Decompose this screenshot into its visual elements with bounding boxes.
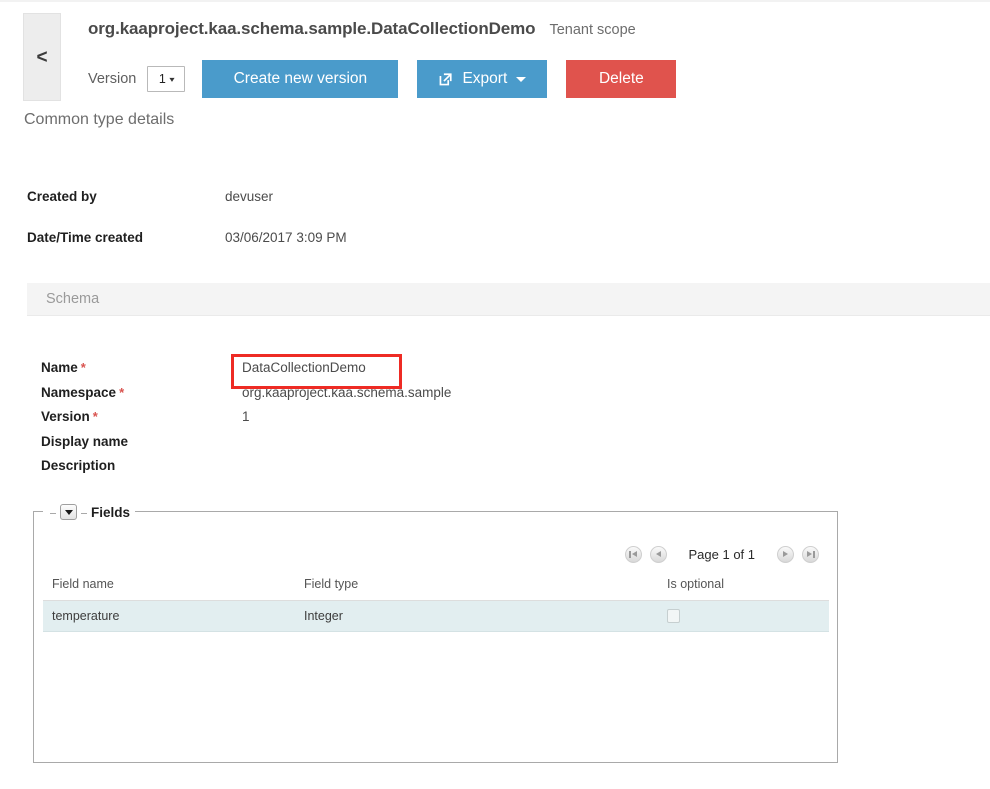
chevron-left-icon: < [36, 46, 48, 68]
caret-down-icon [516, 76, 527, 82]
schema-field-version: Version * 1 [41, 409, 801, 434]
date-time-created-value: 03/06/2017 3:09 PM [225, 230, 347, 245]
metadata-list: Created by devuser Date/Time created 03/… [27, 189, 667, 271]
top-divider [0, 0, 990, 2]
first-page-button[interactable] [624, 546, 642, 563]
schema-field-list: Name * DataCollectionDemo Namespace * org.… [41, 360, 801, 483]
version-select-value: 1 [158, 72, 166, 86]
schema-field-value: 1 [242, 409, 250, 424]
version-label: Version [88, 71, 137, 87]
schema-field-namespace: Namespace * org.kaaproject.kaa.schema.sam… [41, 385, 801, 410]
collapse-toggle-icon[interactable] [60, 504, 77, 520]
previous-page-icon [654, 550, 663, 559]
scope-label: Tenant scope [549, 22, 636, 38]
back-collapse-button[interactable]: < [23, 13, 61, 101]
first-page-icon [628, 550, 638, 559]
schema-field-description: Description [41, 458, 801, 483]
date-time-created-label: Date/Time created [27, 230, 144, 245]
fields-section: Fields Page 1 of 1 Field name Field type… [33, 502, 838, 763]
delete-button[interactable]: Delete [566, 60, 677, 98]
page-indicator: Page 1 of 1 [688, 547, 756, 562]
metadata-row: Date/Time created 03/06/2017 3:09 PM [27, 230, 667, 271]
schema-field-label: Namespace * [41, 384, 125, 400]
column-header-field-name[interactable]: Field name [43, 577, 295, 601]
table-row[interactable]: temperature Integer [43, 600, 829, 632]
column-header-field-type[interactable]: Field type [295, 577, 667, 601]
cell-is-optional [667, 600, 829, 632]
table-header-row: Field name Field type Is optional [43, 577, 829, 601]
schema-panel-header: Schema [27, 283, 990, 316]
export-button[interactable]: Export [417, 60, 548, 98]
create-new-version-button[interactable]: Create new version [202, 60, 399, 98]
previous-page-button[interactable] [649, 546, 667, 563]
schema-field-label: Name * [41, 360, 86, 375]
legend-dash [81, 512, 87, 514]
schema-field-label: Version * [41, 409, 98, 424]
required-marker: * [119, 384, 125, 400]
schema-field-display-name: Display name [41, 434, 801, 459]
schema-field-name: Name * DataCollectionDemo [41, 360, 801, 385]
external-link-icon [438, 72, 453, 87]
schema-field-value: org.kaaproject.kaa.schema.sample [242, 384, 452, 400]
action-toolbar: Version 1 ▾ Create new version Export De… [88, 60, 677, 98]
section-heading: Common type details [24, 111, 175, 128]
next-page-icon [781, 550, 790, 559]
table-pager: Page 1 of 1 [621, 546, 824, 563]
fields-legend-label: Fields [91, 504, 131, 520]
next-page-button[interactable] [777, 546, 794, 563]
schema-field-value: DataCollectionDemo [242, 360, 366, 375]
is-optional-checkbox[interactable] [667, 609, 680, 624]
created-by-value: devuser [225, 189, 274, 204]
chevron-down-icon: ▾ [169, 74, 175, 84]
export-button-label: Export [462, 70, 508, 87]
schema-panel-title: Schema [46, 291, 100, 307]
page-title: org.kaaproject.kaa.schema.sample.DataCol… [88, 19, 536, 38]
cell-field-name: temperature [43, 600, 295, 632]
last-page-button[interactable] [802, 546, 819, 563]
schema-details-page: < org.kaaproject.kaa.schema.sample.DataC… [0, 0, 990, 789]
title-row: org.kaaproject.kaa.schema.sample.DataCol… [88, 19, 636, 39]
schema-field-label: Display name [41, 433, 129, 449]
cell-field-type: Integer [295, 600, 667, 632]
fields-legend: Fields [43, 502, 136, 522]
legend-dash [50, 512, 56, 514]
version-select[interactable]: 1 ▾ [147, 66, 186, 92]
metadata-row: Created by devuser [27, 189, 667, 230]
created-by-label: Created by [27, 189, 97, 204]
last-page-icon [806, 550, 815, 559]
required-marker: * [80, 360, 86, 375]
fields-table: Field name Field type Is optional temper… [43, 577, 829, 632]
column-header-is-optional[interactable]: Is optional [667, 577, 829, 601]
schema-field-label: Description [41, 458, 116, 473]
required-marker: * [92, 409, 98, 424]
